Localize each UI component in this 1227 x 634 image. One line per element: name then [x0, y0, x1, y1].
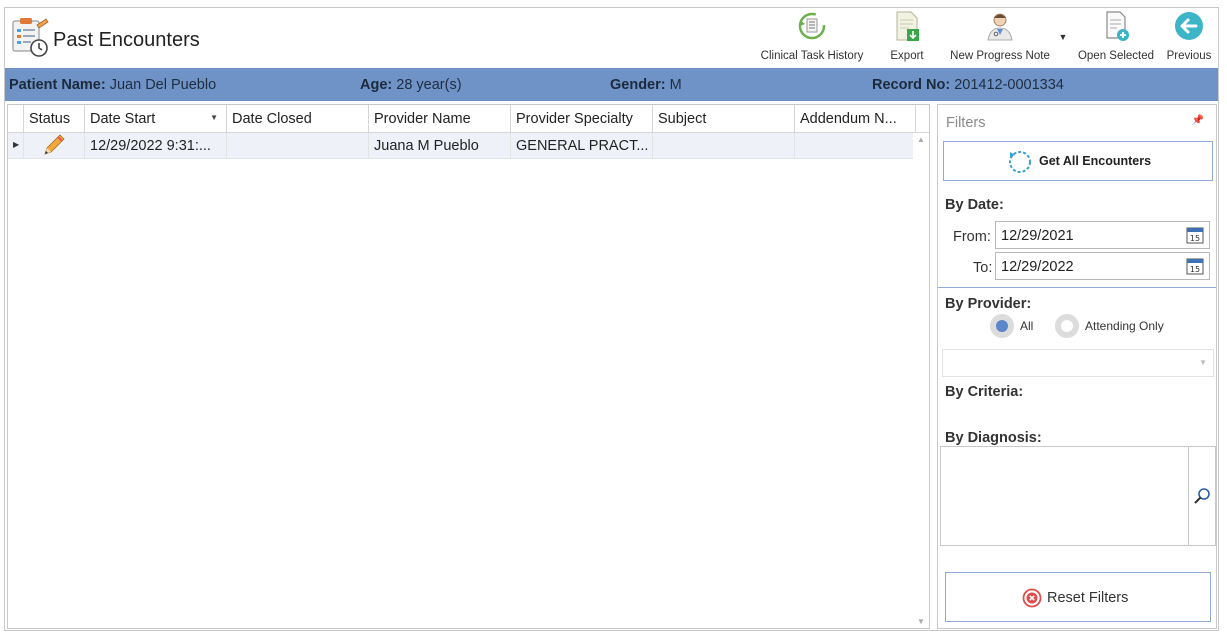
encounters-grid: Status Date Start ▼ Date Closed Provider…: [7, 104, 930, 629]
svg-text:15: 15: [1190, 265, 1200, 274]
cell-date-closed: [227, 133, 369, 159]
back-arrow-icon: [1175, 12, 1203, 40]
diagnosis-search-button[interactable]: [1189, 446, 1216, 546]
previous-button[interactable]: Previous: [1163, 10, 1215, 68]
patient-name-field: Patient Name: Juan Del Pueblo: [9, 77, 216, 93]
patient-info-bar: Patient Name: Juan Del Pueblo Age: 28 ye…: [5, 68, 1218, 101]
section-divider: [938, 287, 1216, 288]
patient-age-value: 28 year(s): [396, 77, 462, 93]
get-all-encounters-button[interactable]: Get All Encounters: [943, 141, 1213, 181]
chevron-down-icon: ▼: [1199, 358, 1207, 367]
reset-filters-label: Reset Filters: [1047, 590, 1129, 606]
filters-title: Filters: [946, 115, 986, 131]
diagnosis-input[interactable]: [940, 446, 1189, 546]
provider-select[interactable]: ▼: [942, 349, 1214, 377]
cell-addendum: [795, 133, 916, 159]
to-label: To:: [973, 260, 993, 276]
patient-name-label: Patient Name:: [9, 77, 106, 93]
column-header-addendum[interactable]: Addendum N...: [795, 105, 916, 133]
calendar-icon[interactable]: 15: [1186, 257, 1204, 275]
toolbar: Past Encounters Clinical Task History Ex…: [5, 8, 1218, 68]
cell-subject: [653, 133, 795, 159]
record-no-value: 201412-0001334: [954, 77, 1064, 93]
grid-header: Status Date Start ▼ Date Closed Provider…: [8, 105, 929, 133]
patient-age-label: Age:: [360, 77, 393, 93]
export-label: Export: [890, 50, 924, 62]
close-circle-icon: [1022, 588, 1042, 608]
filters-panel: Filters 📌 Get All Encounters By Date: Fr…: [937, 104, 1217, 629]
column-header-date-closed[interactable]: Date Closed: [227, 105, 369, 133]
column-header-subject[interactable]: Subject: [653, 105, 795, 133]
patient-gender-value: M: [669, 77, 682, 93]
cell-status: [24, 133, 85, 159]
open-document-icon: [1106, 11, 1129, 41]
new-progress-note-dropdown[interactable]: ▼: [1057, 32, 1069, 46]
clinical-task-history-label: Clinical Task History: [760, 50, 864, 62]
page-title: Past Encounters: [53, 29, 200, 51]
open-selected-button[interactable]: Open Selected: [1074, 10, 1158, 68]
record-no-label: Record No:: [872, 77, 951, 93]
cell-provider-name: Juana M Pueblo: [369, 133, 511, 159]
from-date-input[interactable]: 12/29/2021 15: [995, 221, 1210, 249]
new-progress-note-button[interactable]: New Progress Note: [944, 10, 1056, 68]
column-header-date-start[interactable]: Date Start ▼: [85, 105, 227, 133]
from-label: From:: [953, 229, 991, 245]
by-diagnosis-heading: By Diagnosis:: [945, 430, 1042, 446]
radio-attending-only-label: Attending Only: [1085, 319, 1164, 333]
patient-age-field: Age: 28 year(s): [360, 77, 462, 93]
radio-unselected-indicator: [1055, 314, 1079, 338]
patient-name-value: Juan Del Pueblo: [109, 77, 217, 93]
record-no-field: Record No: 201412-0001334: [872, 77, 1064, 93]
cell-date-start: 12/29/2022 9:31:...: [85, 133, 227, 159]
open-selected-label: Open Selected: [1077, 50, 1155, 62]
export-icon: [896, 11, 919, 41]
clinical-task-history-button[interactable]: Clinical Task History: [757, 10, 867, 68]
reset-filters-button[interactable]: Reset Filters: [945, 572, 1211, 622]
previous-label: Previous: [1166, 50, 1212, 62]
row-indicator-header: [8, 105, 24, 133]
radio-selected-indicator: [990, 314, 1014, 338]
row-indicator-icon: ▶: [8, 133, 24, 159]
new-progress-note-label: New Progress Note: [950, 50, 1050, 62]
by-criteria-heading: By Criteria:: [945, 384, 1024, 400]
export-button[interactable]: Export: [883, 10, 931, 68]
search-icon: [1194, 488, 1210, 504]
history-icon: [798, 12, 826, 40]
column-header-provider-name[interactable]: Provider Name: [369, 105, 511, 133]
chevron-down-icon: ▼: [1058, 32, 1068, 42]
column-header-status[interactable]: Status: [24, 105, 85, 133]
radio-all-label: All: [1020, 319, 1034, 333]
grid-vertical-scrollbar[interactable]: ▲ ▼: [913, 133, 929, 628]
by-date-heading: By Date:: [945, 197, 1004, 213]
column-header-date-start-label: Date Start: [90, 111, 156, 127]
past-encounters-window: Past Encounters Clinical Task History Ex…: [4, 7, 1219, 631]
by-provider-heading: By Provider:: [945, 296, 1032, 312]
patient-gender-label: Gender:: [610, 77, 666, 93]
cell-provider-specialty: GENERAL PRACT...: [511, 133, 653, 159]
table-row[interactable]: ▶ 12/29/2022 9:31:... Juana M Pueblo GEN…: [8, 133, 914, 159]
refresh-icon: [1009, 151, 1031, 173]
encounters-app-icon: [12, 18, 49, 57]
patient-gender-field: Gender: M: [610, 77, 682, 93]
from-date-value: 12/29/2021: [1001, 228, 1074, 244]
pin-icon[interactable]: 📌: [1192, 115, 1204, 126]
get-all-encounters-label: Get All Encounters: [1039, 154, 1152, 168]
doctor-icon: [987, 13, 1013, 41]
sort-descending-icon: ▼: [210, 113, 218, 122]
to-date-value: 12/29/2022: [1001, 259, 1074, 275]
scroll-down-icon[interactable]: ▼: [917, 617, 925, 626]
to-date-input[interactable]: 12/29/2022 15: [995, 252, 1210, 280]
scroll-up-icon[interactable]: ▲: [917, 135, 925, 144]
svg-text:15: 15: [1190, 234, 1200, 243]
pencil-icon: [44, 134, 65, 155]
column-header-provider-specialty[interactable]: Provider Specialty: [511, 105, 653, 133]
calendar-icon[interactable]: 15: [1186, 226, 1204, 244]
